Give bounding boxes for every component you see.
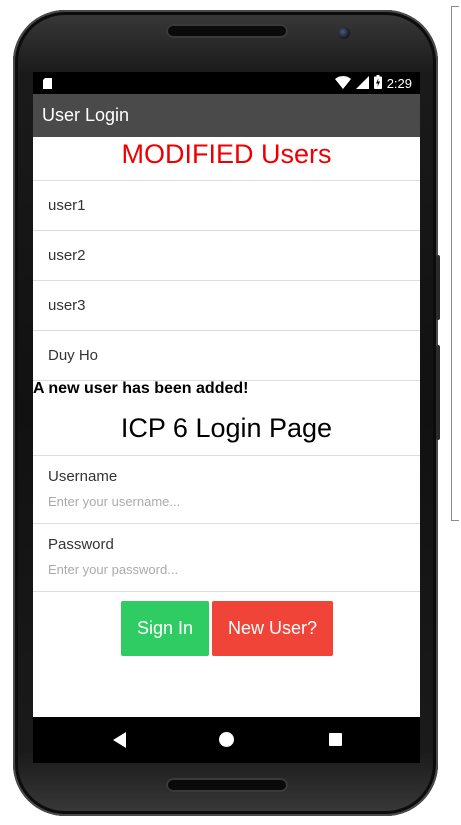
action-buttons: Sign In New User? xyxy=(33,592,420,672)
recent-apps-icon[interactable] xyxy=(329,733,342,746)
power-button xyxy=(436,255,440,320)
password-field-container: Password xyxy=(33,524,420,592)
username-field-container: Username xyxy=(33,456,420,524)
signal-icon xyxy=(355,75,369,92)
username-input[interactable] xyxy=(48,494,378,509)
navigation-bar xyxy=(33,717,420,763)
battery-charging-icon xyxy=(373,75,382,92)
home-icon[interactable] xyxy=(219,732,234,747)
sign-in-button[interactable]: Sign In xyxy=(121,601,209,656)
list-item[interactable]: user3 xyxy=(33,281,420,331)
wifi-icon xyxy=(334,75,351,92)
username-label: Username xyxy=(48,468,118,485)
top-speaker xyxy=(166,24,288,38)
modified-users-heading: MODIFIED Users xyxy=(121,139,332,169)
user-list: user1 user2 user3 Duy Ho xyxy=(33,180,420,381)
list-item[interactable]: Duy Ho xyxy=(33,331,420,381)
user-added-notice: A new user has been added! xyxy=(33,380,249,397)
sd-card-icon xyxy=(43,77,52,92)
adjacent-panel xyxy=(451,6,459,521)
app-bar: User Login xyxy=(33,94,420,137)
clock: 2:29 xyxy=(386,76,412,91)
new-user-button[interactable]: New User? xyxy=(212,601,333,656)
front-camera xyxy=(338,27,350,39)
back-icon[interactable] xyxy=(113,732,126,748)
status-bar: 2:29 xyxy=(33,72,420,94)
list-item[interactable]: user1 xyxy=(33,181,420,231)
app-bar-title: User Login xyxy=(42,105,130,125)
list-item[interactable]: user2 xyxy=(33,231,420,281)
volume-button xyxy=(436,345,440,440)
password-input[interactable] xyxy=(48,562,378,577)
login-page-title: ICP 6 Login Page xyxy=(33,404,420,456)
app-screen: 2:29 User Login MODIFIED Users user1 use… xyxy=(33,72,420,717)
password-label: Password xyxy=(48,536,114,553)
bottom-speaker xyxy=(166,778,288,792)
